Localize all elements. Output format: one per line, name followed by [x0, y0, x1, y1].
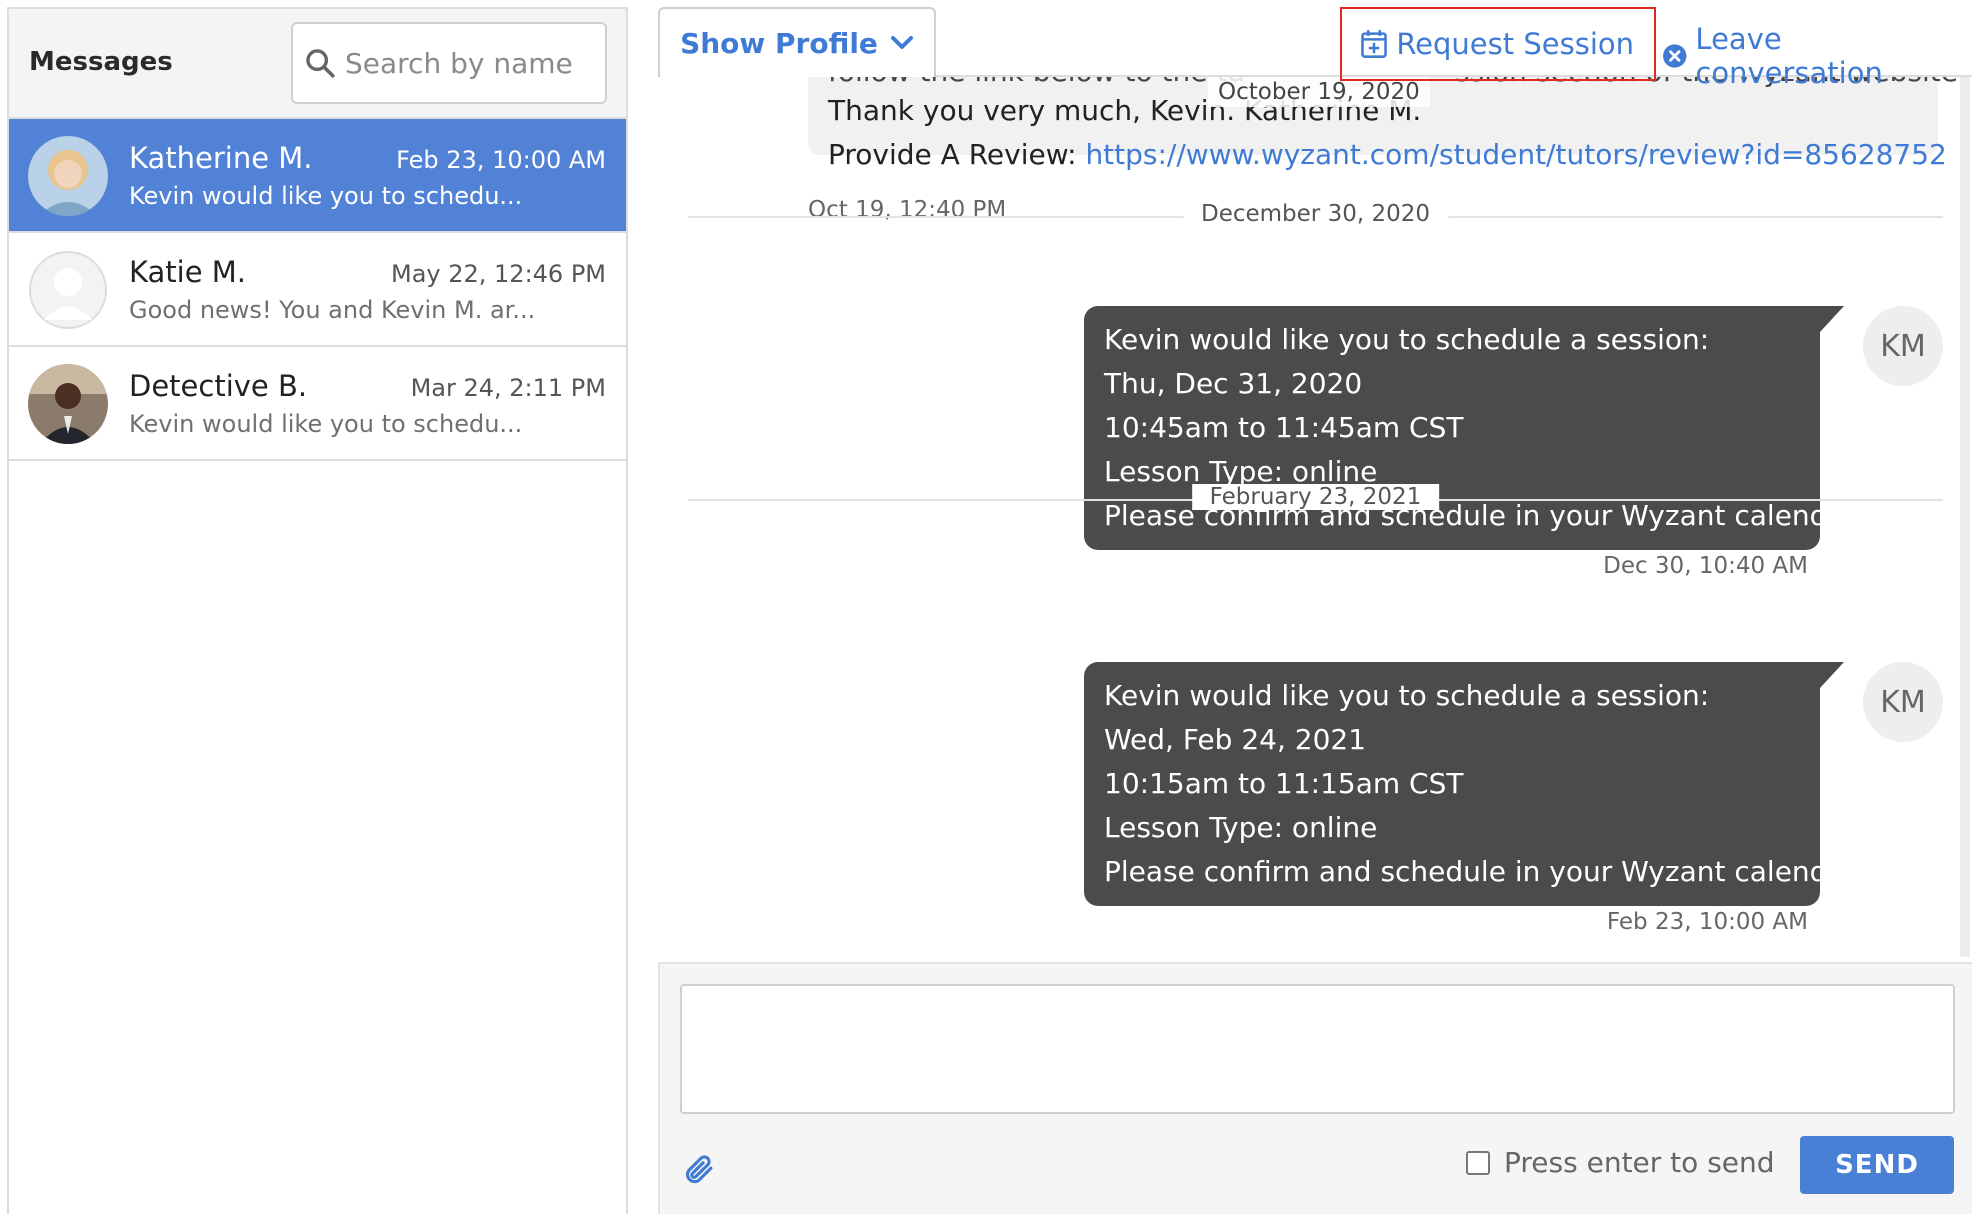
message-line: Kevin would like you to schedule a sessi…: [1104, 679, 1710, 712]
sender-avatar: KM: [1863, 306, 1943, 386]
sidebar-header: Messages: [9, 9, 626, 119]
send-button[interactable]: SEND: [1800, 1136, 1954, 1194]
avatar: [28, 364, 108, 444]
search-input[interactable]: [345, 46, 595, 80]
leave-conversation-label: Leave conversation: [1695, 22, 1883, 90]
date-separator-label: December 30, 2020: [1182, 201, 1449, 227]
date-separator: February 23, 2021: [688, 484, 1943, 514]
message-line: Lesson Type: online: [1104, 811, 1378, 844]
conversation-preview: Kevin would like you to schedu...: [129, 410, 523, 438]
conversation-sidebar: Messages Katherine M. Feb 23, 10:00 AM K…: [7, 7, 628, 1214]
message-line: Wed, Feb 24, 2021: [1104, 723, 1367, 756]
floating-date-label: October 19, 2020: [1208, 77, 1430, 107]
date-separator-label: February 23, 2021: [1191, 484, 1440, 510]
request-session-label: Request Session: [1396, 27, 1634, 61]
message-thread: follow the link below to the tussion sec…: [658, 77, 1958, 957]
default-avatar: [28, 250, 108, 330]
press-enter-checkbox[interactable]: [1466, 1150, 1490, 1175]
paperclip-icon[interactable]: [684, 1152, 718, 1190]
conversation-time: May 22, 12:46 PM: [390, 260, 606, 288]
conversation-name: Katherine M.: [129, 141, 313, 175]
calendar-plus-icon: [1361, 30, 1388, 58]
message-input[interactable]: [680, 984, 1955, 1114]
message-line: Thu, Dec 31, 2020: [1104, 367, 1363, 400]
message-line: Please confirm and schedule in your Wyza…: [1104, 855, 1857, 888]
search-icon: [306, 49, 335, 78]
avatar: [28, 136, 108, 216]
conversation-item-katie[interactable]: Katie M. May 22, 12:46 PM Good news! You…: [9, 233, 626, 347]
request-session-button[interactable]: Request Session: [1340, 7, 1656, 81]
conversation-item-detective[interactable]: Detective B. Mar 24, 2:11 PM Kevin would…: [9, 347, 626, 461]
sidebar-title: Messages: [29, 47, 173, 77]
message-line: Provide A Review: https://www.wyzant.com…: [828, 138, 1947, 171]
leave-conversation-button[interactable]: Leave conversation: [1662, 22, 1972, 90]
chevron-down-icon: [890, 36, 913, 49]
message-composer: Press enter to send SEND: [658, 962, 1972, 1214]
conversation-preview: Good news! You and Kevin M. ar...: [129, 296, 536, 324]
sender-avatar: KM: [1863, 662, 1943, 742]
conversation-name: Detective B.: [129, 369, 308, 403]
conversation-item-katherine[interactable]: Katherine M. Feb 23, 10:00 AM Kevin woul…: [9, 119, 626, 233]
conversation-time: Feb 23, 10:00 AM: [396, 146, 606, 174]
close-circle-icon: [1663, 44, 1687, 68]
message-line: 10:15am to 11:15am CST: [1104, 767, 1464, 800]
show-profile-label: Show Profile: [680, 26, 878, 60]
press-enter-toggle[interactable]: Press enter to send: [1466, 1146, 1775, 1179]
conversation-preview: Kevin would like you to schedu...: [129, 182, 523, 210]
conversation-name: Katie M.: [129, 255, 247, 289]
search-box[interactable]: [291, 22, 607, 104]
thread-scrollbar[interactable]: [1960, 77, 1970, 957]
review-link[interactable]: https://www.wyzant.com/student/tutors/re…: [1085, 138, 1946, 171]
message-timestamp: Feb 23, 10:00 AM: [1606, 909, 1808, 935]
message-line: 10:45am to 11:45am CST: [1104, 411, 1464, 444]
show-profile-button[interactable]: Show Profile: [658, 7, 936, 77]
message-bubble: Kevin would like you to schedule a sessi…: [1084, 662, 1857, 906]
press-enter-label: Press enter to send: [1504, 1146, 1775, 1179]
message-line: Kevin would like you to schedule a sessi…: [1104, 323, 1710, 356]
date-separator: December 30, 2020: [688, 201, 1943, 231]
message-timestamp: Dec 30, 10:40 AM: [1603, 553, 1808, 579]
conversation-time: Mar 24, 2:11 PM: [410, 374, 606, 402]
